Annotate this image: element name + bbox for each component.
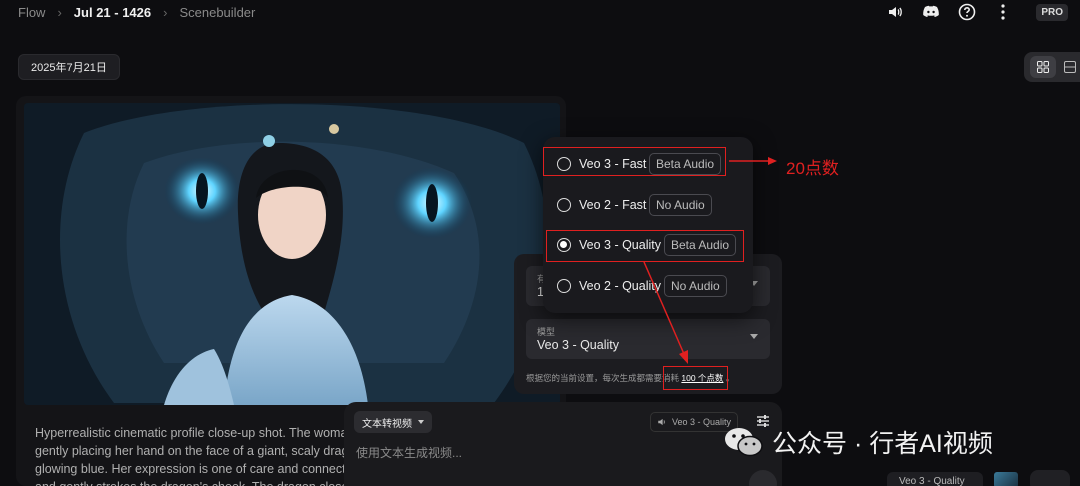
watermark: 公众号 · 行者AI视频 — [724, 424, 993, 460]
wechat-icon — [725, 428, 763, 457]
mode-label: 文本转视频 — [362, 418, 412, 430]
send-button[interactable] — [749, 470, 777, 486]
model-chip-label: Veo 3 - Quality — [672, 417, 732, 427]
mode-select[interactable]: 文本转视频 — [354, 411, 432, 433]
volume-icon — [658, 418, 665, 426]
annotation-text: 20点数 — [786, 159, 839, 178]
bottom-menu-button[interactable] — [1030, 470, 1070, 486]
prompt-composer: 文本转视频 Veo 3 - Quality 使用文本生成视频... — [344, 402, 782, 486]
bottom-thumbnail[interactable] — [994, 472, 1018, 486]
bottom-model-chip[interactable]: Veo 3 - Quality — [887, 472, 983, 486]
chevron-down-icon — [418, 420, 424, 424]
watermark-text: 公众号 · 行者AI视频 — [772, 430, 993, 458]
composer-input[interactable]: 使用文本生成视频... — [356, 444, 462, 461]
